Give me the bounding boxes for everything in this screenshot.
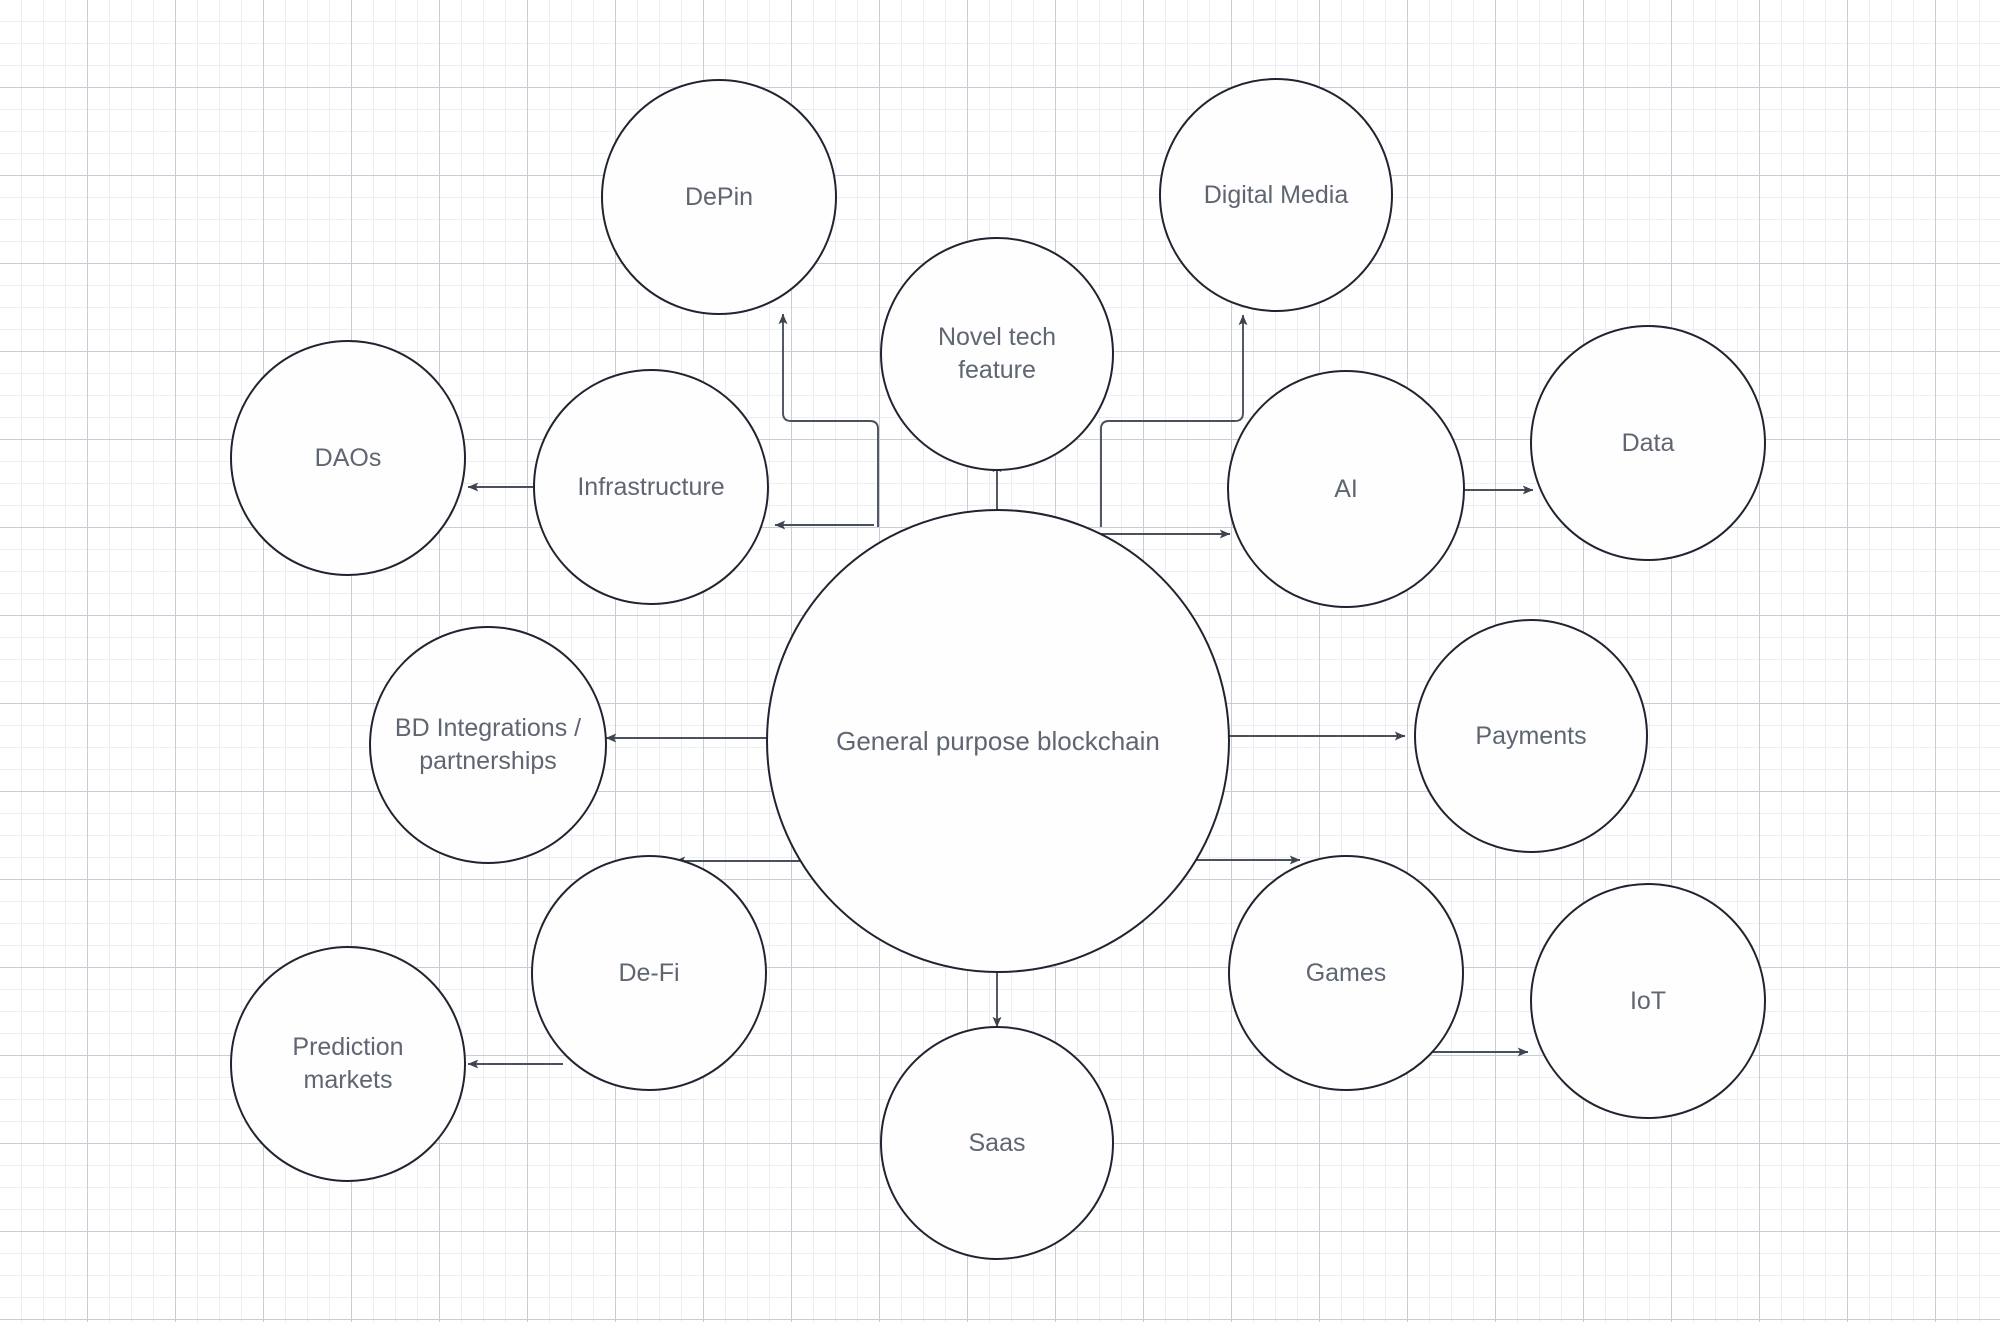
node-label-saas: Saas [968, 1128, 1026, 1157]
node-label-prediction-markets: Prediction markets [292, 1033, 404, 1094]
node-label-general-purpose-blockchain: General purpose blockchain [836, 725, 1160, 756]
node-de-fi[interactable]: De-Fi [531, 855, 767, 1091]
node-novel-tech-feature[interactable]: Novel tech feature [880, 237, 1114, 471]
node-label-payments: Payments [1475, 721, 1587, 750]
node-games[interactable]: Games [1228, 855, 1464, 1091]
node-label-infrastructure: Infrastructure [577, 472, 725, 501]
node-label-games: Games [1305, 958, 1387, 987]
node-digital-media[interactable]: Digital Media [1159, 78, 1393, 312]
node-data[interactable]: Data [1530, 325, 1766, 561]
node-label-novel-tech-feature: Novel tech feature [937, 323, 1057, 384]
node-label-digital-media: Digital Media [1203, 180, 1349, 209]
node-payments[interactable]: Payments [1414, 619, 1648, 853]
node-label-ai: AI [1334, 474, 1358, 503]
node-bd-integrations[interactable]: BD Integrations / partnerships [369, 626, 607, 864]
node-label-data: Data [1621, 428, 1675, 457]
edge-center-to-depin [778, 313, 879, 527]
node-label-bd-integrations: BD Integrations / partnerships [394, 714, 582, 775]
node-saas[interactable]: Saas [880, 1026, 1114, 1260]
edge-center-to-digital-media [1100, 314, 1248, 527]
node-iot[interactable]: IoT [1530, 883, 1766, 1119]
node-infrastructure[interactable]: Infrastructure [533, 369, 769, 605]
node-daos[interactable]: DAOs [230, 340, 466, 576]
node-depin[interactable]: DePin [601, 79, 837, 315]
node-ai[interactable]: AI [1227, 370, 1465, 608]
diagram-canvas[interactable]: General purpose blockchain DePin Novel t… [0, 0, 2000, 1322]
node-label-daos: DAOs [314, 443, 382, 472]
node-prediction-markets[interactable]: Prediction markets [230, 946, 466, 1182]
node-label-de-fi: De-Fi [618, 958, 680, 987]
node-label-depin: DePin [684, 182, 754, 211]
node-general-purpose-blockchain[interactable]: General purpose blockchain [766, 509, 1230, 973]
node-label-iot: IoT [1629, 986, 1667, 1015]
